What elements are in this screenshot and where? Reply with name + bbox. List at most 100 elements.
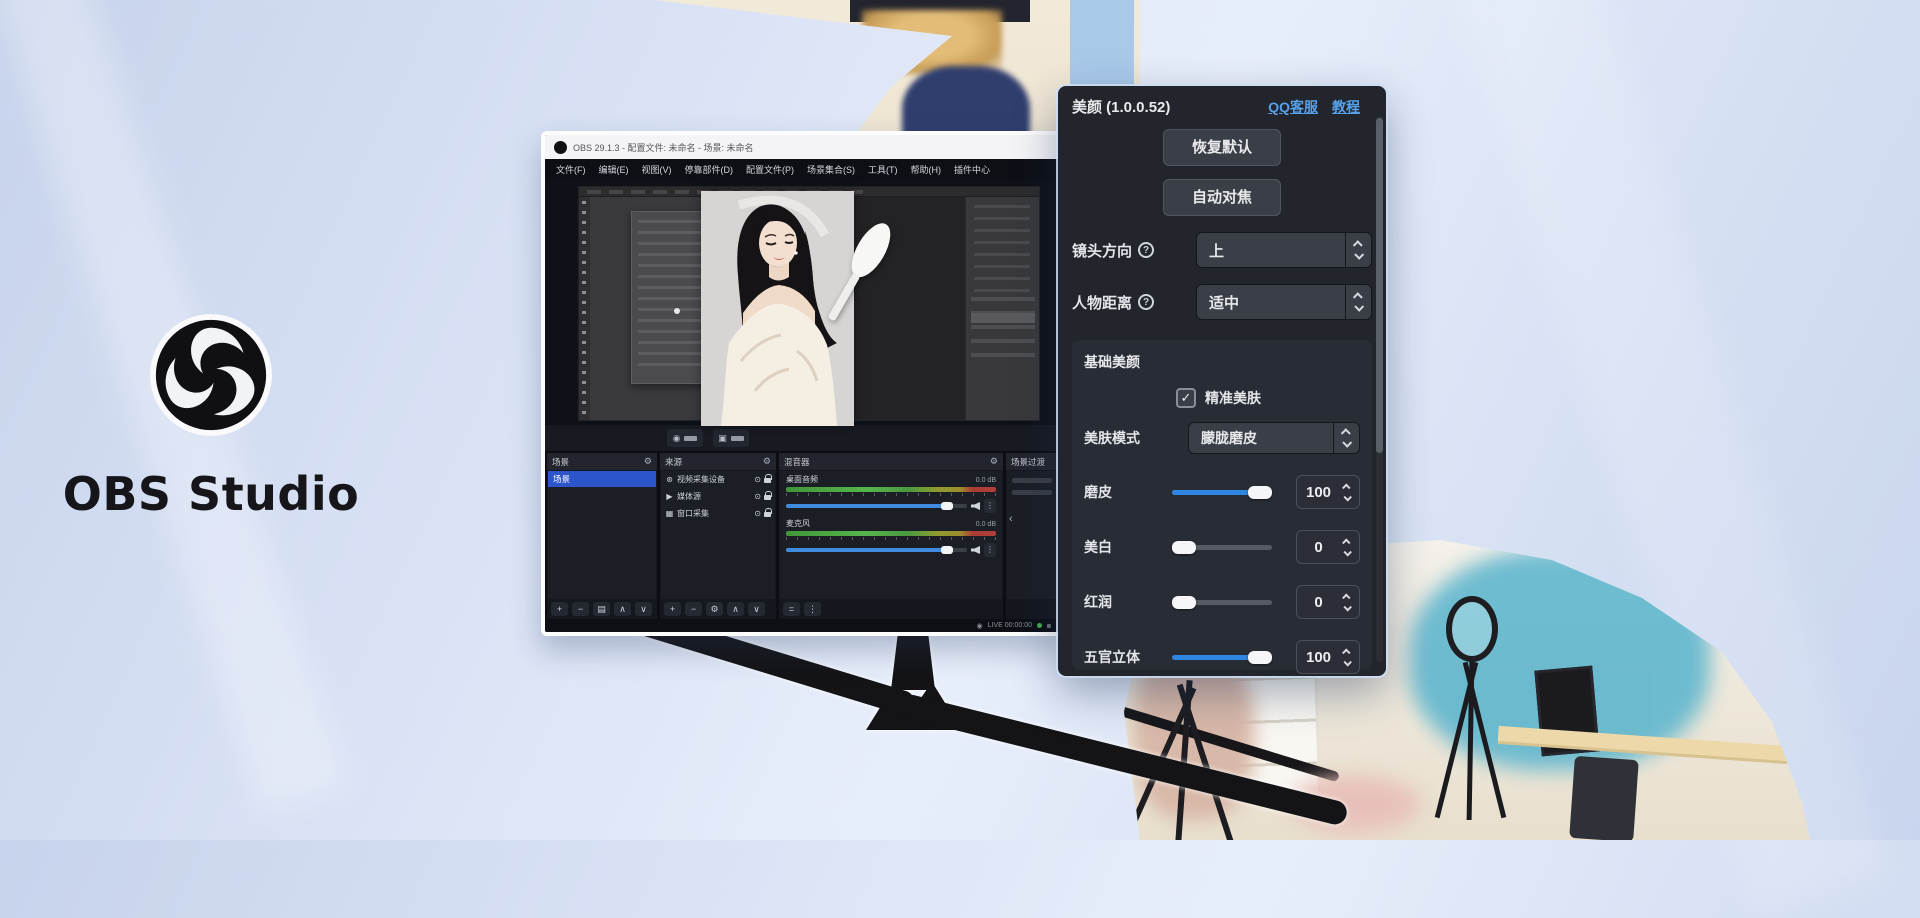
signal-icon: ◉: [977, 622, 983, 630]
decor-chair-back: [462, 96, 548, 192]
obs-window: OBS 29.1.3 - 配置文件: 未命名 - 场景: 未命名 文件(F) 编辑…: [545, 135, 1060, 632]
value-spinbox[interactable]: 0: [1296, 585, 1360, 619]
menu-item[interactable]: 配置文件(P): [746, 163, 794, 176]
qq-support-link[interactable]: QQ客服: [1268, 97, 1318, 117]
value-spinbox[interactable]: 0: [1296, 530, 1360, 564]
menu-item[interactable]: 停靠部件(D): [685, 163, 734, 176]
slider-label: 美白: [1084, 537, 1172, 557]
tutorial-link[interactable]: 教程: [1332, 97, 1360, 117]
lock-icon[interactable]: [764, 478, 771, 483]
menu-item[interactable]: 视图(V): [642, 163, 672, 176]
spin-arrows-icon[interactable]: [1340, 539, 1354, 556]
precise-skin-checkbox[interactable]: ✓: [1176, 388, 1196, 408]
lock-icon[interactable]: [764, 495, 771, 500]
menu-item[interactable]: 工具(T): [868, 163, 898, 176]
source-row[interactable]: ⊛ 视频采集设备 ⊙: [661, 471, 775, 488]
slider-track[interactable]: [1172, 600, 1272, 605]
spin-arrows-icon[interactable]: [1340, 594, 1354, 611]
move-down-icon[interactable]: ∨: [635, 602, 652, 616]
gear-icon[interactable]: ⚙: [763, 456, 771, 467]
remove-icon[interactable]: −: [685, 602, 702, 616]
visibility-icon[interactable]: ⊙: [754, 509, 761, 518]
remove-icon[interactable]: −: [572, 602, 589, 616]
slider-handle[interactable]: [1248, 486, 1272, 499]
obs-logo-small-icon: [554, 141, 567, 154]
layout-button[interactable]: ▣: [713, 429, 749, 447]
decor-ring-light: [1446, 596, 1498, 662]
add-icon[interactable]: +: [551, 602, 568, 616]
autofocus-button[interactable]: 自动对焦: [1163, 179, 1281, 216]
lock-icon[interactable]: [764, 512, 771, 517]
person-distance-select[interactable]: 适中: [1196, 284, 1372, 320]
transitions-dock-title: 场景过渡: [1011, 456, 1045, 468]
pin-button[interactable]: ◉: [667, 429, 703, 447]
person-distance-row: 人物距离 ? 适中: [1072, 284, 1372, 320]
skin-mode-select[interactable]: 朦胧磨皮: [1188, 422, 1360, 454]
move-down-icon[interactable]: ∨: [748, 602, 765, 616]
live-status: LIVE 00:00:00: [988, 622, 1032, 629]
slider-track[interactable]: [1172, 545, 1272, 550]
beauty-filter-panel: 美颜 (1.0.0.52) QQ客服 教程 恢复默认 自动对焦 镜头方向 ? 上…: [1058, 86, 1386, 676]
volume-meter: [786, 487, 996, 492]
panel-scrollbar[interactable]: [1376, 116, 1383, 662]
help-icon[interactable]: ?: [1138, 294, 1154, 310]
speaker-icon[interactable]: [971, 546, 980, 554]
obs-statusbar: ◉ LIVE 00:00:00: [545, 619, 1060, 632]
slider-handle[interactable]: [1248, 651, 1272, 664]
move-up-icon[interactable]: ∧: [614, 602, 631, 616]
slider-handle[interactable]: [1172, 541, 1196, 554]
visibility-icon[interactable]: ⊙: [754, 492, 761, 501]
scene-row[interactable]: 场景: [548, 471, 656, 487]
slider-handle[interactable]: [1172, 596, 1196, 609]
channel-db: 0.0 dB: [976, 477, 996, 484]
filter-icon[interactable]: ▤: [593, 602, 610, 616]
beauty-slider-row: 红润 0: [1084, 585, 1360, 619]
speaker-icon[interactable]: [971, 502, 980, 510]
app-name: OBS Studio: [40, 467, 382, 521]
transitions-toolbar: [1006, 599, 1058, 619]
slider-fill: [1172, 490, 1260, 495]
menu-item[interactable]: 插件中心: [954, 163, 990, 176]
spin-arrows-icon[interactable]: [1340, 484, 1354, 501]
slider-track[interactable]: [1172, 490, 1272, 495]
volume-slider[interactable]: [786, 548, 967, 552]
gear-icon[interactable]: ⚙: [644, 456, 652, 467]
move-up-icon[interactable]: ∧: [727, 602, 744, 616]
volume-slider[interactable]: [786, 504, 967, 508]
window-title: OBS 29.1.3 - 配置文件: 未命名 - 场景: 未命名: [573, 141, 754, 154]
slider-label: 磨皮: [1084, 482, 1172, 502]
value-spinbox[interactable]: 100: [1296, 640, 1360, 674]
properties-icon[interactable]: ⚙: [706, 602, 723, 616]
menu-item[interactable]: 编辑(E): [599, 163, 629, 176]
add-icon[interactable]: +: [664, 602, 681, 616]
select-value: 上: [1209, 240, 1224, 261]
volume-handle[interactable]: [941, 502, 953, 510]
select-value: 朦胧磨皮: [1201, 428, 1257, 448]
menu-item[interactable]: 帮助(H): [911, 163, 942, 176]
volume-fill: [786, 548, 947, 552]
camera-icon: ⊛: [665, 475, 674, 484]
scrollbar-thumb[interactable]: [1376, 118, 1383, 453]
menu-item[interactable]: 文件(F): [556, 163, 586, 176]
source-row[interactable]: ▦ 窗口采集 ⊙: [661, 505, 775, 522]
obs-menubar: 文件(F) 编辑(E) 视图(V) 停靠部件(D) 配置文件(P) 场景集合(S) 工具(T…: [545, 159, 1060, 179]
channel-menu-button[interactable]: ⋮: [984, 499, 996, 513]
gear-icon[interactable]: ⚙: [990, 456, 998, 467]
menu-item[interactable]: 场景集合(S): [807, 163, 855, 176]
advanced-audio-icon[interactable]: =: [783, 602, 800, 616]
value-spinbox[interactable]: 100: [1296, 475, 1360, 509]
volume-handle[interactable]: [941, 546, 953, 554]
help-icon[interactable]: ?: [1138, 242, 1154, 258]
spin-arrows-icon[interactable]: [1340, 649, 1354, 666]
source-row[interactable]: ▶ 媒体源 ⊙: [661, 488, 775, 505]
beauty-panel-header: 美颜 (1.0.0.52) QQ客服 教程: [1072, 96, 1372, 117]
scenes-dock: 场景⚙ 场景 +−▤∧∨: [547, 453, 657, 619]
visibility-icon[interactable]: ⊙: [754, 475, 761, 484]
restore-defaults-button[interactable]: 恢复默认: [1163, 129, 1281, 166]
channel-menu-button[interactable]: ⋮: [984, 543, 996, 557]
camera-direction-select[interactable]: 上: [1196, 232, 1372, 268]
more-icon[interactable]: ⋮: [804, 602, 821, 616]
slider-track[interactable]: [1172, 655, 1272, 660]
collapse-icon[interactable]: ‹: [1009, 513, 1013, 525]
stand-neck: [891, 632, 935, 690]
